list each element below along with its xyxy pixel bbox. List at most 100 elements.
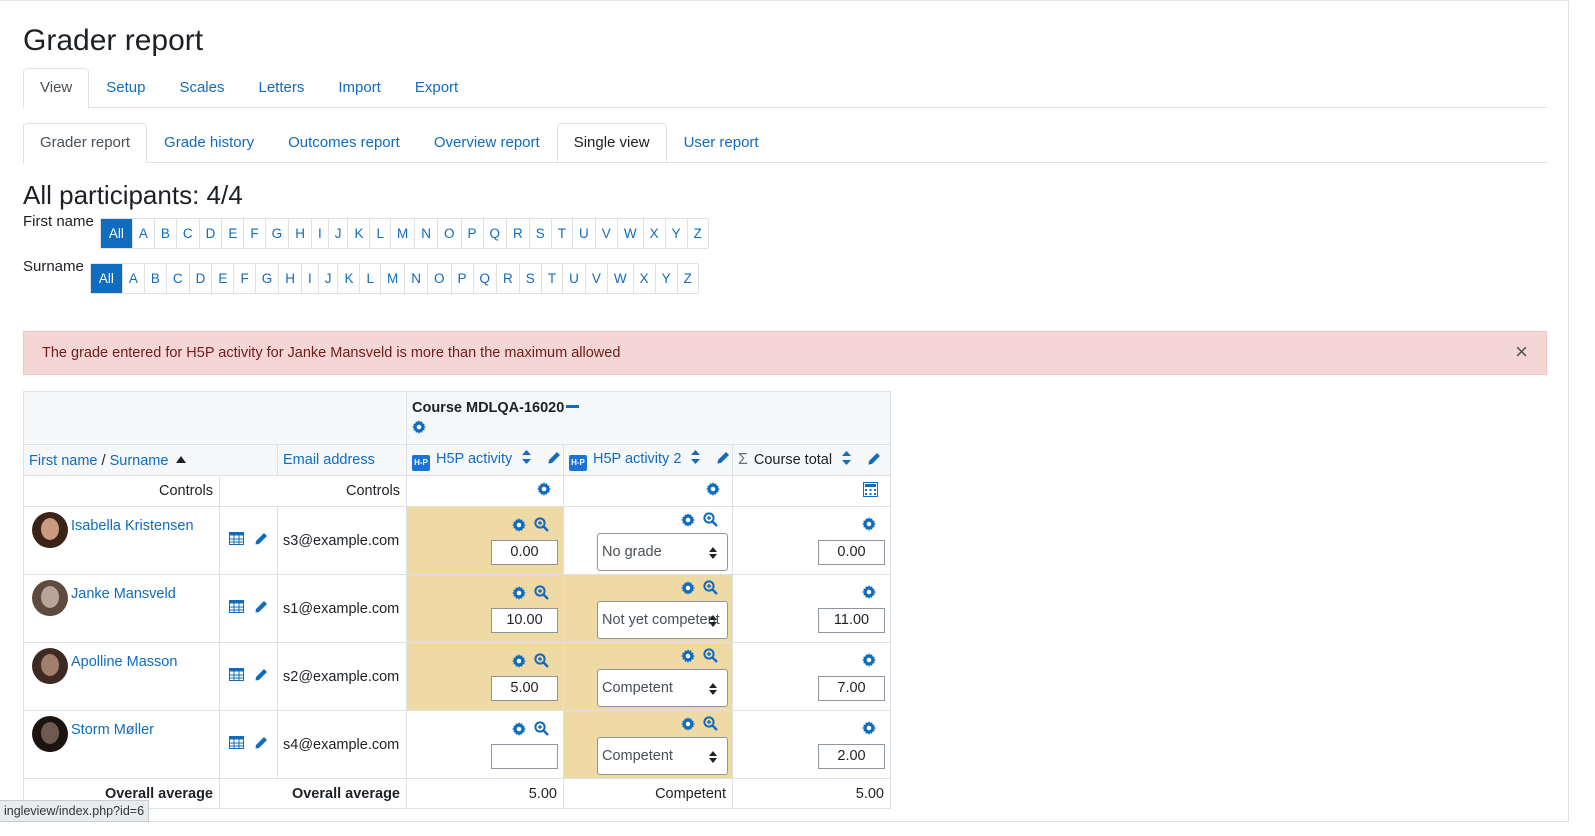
initial-c[interactable]: C <box>175 219 199 248</box>
single-view-edit-icon[interactable] <box>254 600 268 618</box>
user-name-link[interactable]: Isabella Kristensen <box>71 518 194 534</box>
initial-a[interactable]: A <box>131 219 154 248</box>
gear-icon[interactable] <box>412 420 426 438</box>
tab-setup[interactable]: Setup <box>89 68 162 108</box>
initial-f[interactable]: F <box>243 219 264 248</box>
user-report-icon[interactable] <box>229 668 244 685</box>
scale-grade-select[interactable]: Competent <box>597 737 728 775</box>
tab-single-view[interactable]: Single view <box>556 123 667 163</box>
initial-o[interactable]: O <box>427 264 451 293</box>
sort-icon[interactable] <box>842 450 852 469</box>
calculator-icon[interactable] <box>863 481 878 501</box>
initial-c[interactable]: C <box>165 264 189 293</box>
initial-e[interactable]: E <box>221 219 243 248</box>
zoom-icon[interactable] <box>534 721 549 740</box>
initial-l[interactable]: L <box>369 219 390 248</box>
initial-t[interactable]: T <box>540 264 562 293</box>
gear-icon[interactable] <box>537 482 551 500</box>
initial-k[interactable]: K <box>337 264 359 293</box>
initial-j[interactable]: J <box>317 264 338 293</box>
zoom-icon[interactable] <box>703 648 718 667</box>
gear-icon[interactable] <box>681 648 695 667</box>
edit-icon[interactable] <box>867 452 881 470</box>
gear-icon[interactable] <box>862 585 876 603</box>
zoom-icon[interactable] <box>534 585 549 604</box>
sort-firstname-link[interactable]: First name <box>29 453 98 469</box>
tab-grade-history[interactable]: Grade history <box>147 123 271 163</box>
tab-import[interactable]: Import <box>321 68 398 108</box>
tab-grader-report[interactable]: Grader report <box>23 123 148 163</box>
tab-user-report[interactable]: User report <box>667 123 776 163</box>
grade-input[interactable]: 10.00 <box>491 608 558 633</box>
initial-r[interactable]: R <box>496 264 519 293</box>
sort-icon[interactable] <box>522 449 532 468</box>
initial-n[interactable]: N <box>414 219 437 248</box>
initial-s[interactable]: S <box>518 264 541 293</box>
grade-input[interactable] <box>491 744 558 769</box>
initial-u[interactable]: U <box>562 264 585 293</box>
avatar[interactable] <box>32 648 68 684</box>
initial-u[interactable]: U <box>572 219 595 248</box>
user-name-link[interactable]: Janke Mansveld <box>71 586 176 602</box>
initial-all[interactable]: All <box>100 219 132 248</box>
gear-icon[interactable] <box>681 580 695 599</box>
tab-outcomes-report[interactable]: Outcomes report <box>271 123 417 163</box>
h5p-activity-link[interactable]: H5P activity <box>436 451 512 467</box>
initial-z[interactable]: Z <box>686 219 708 248</box>
user-name-link[interactable]: Apolline Masson <box>71 654 177 670</box>
single-view-edit-icon[interactable] <box>254 668 268 686</box>
gear-icon[interactable] <box>862 517 876 535</box>
initial-y[interactable]: Y <box>664 219 687 248</box>
initial-i[interactable]: I <box>310 219 328 248</box>
initial-h[interactable]: H <box>278 264 301 293</box>
avatar[interactable] <box>32 580 68 616</box>
initial-v[interactable]: V <box>584 264 607 293</box>
initial-v[interactable]: V <box>594 219 617 248</box>
initial-n[interactable]: N <box>404 264 427 293</box>
initial-f[interactable]: F <box>233 264 254 293</box>
initial-k[interactable]: K <box>347 219 369 248</box>
initial-d[interactable]: D <box>188 264 212 293</box>
initial-w[interactable]: W <box>606 264 633 293</box>
edit-icon[interactable] <box>716 451 730 469</box>
initial-o[interactable]: O <box>436 219 461 248</box>
tab-view[interactable]: View <box>23 68 90 108</box>
gear-icon[interactable] <box>681 716 695 735</box>
initial-t[interactable]: T <box>550 219 572 248</box>
gear-icon[interactable] <box>862 721 876 739</box>
initial-m[interactable]: M <box>380 264 404 293</box>
initial-x[interactable]: X <box>642 219 665 248</box>
close-icon[interactable]: × <box>1515 341 1528 363</box>
user-report-icon[interactable] <box>229 736 244 753</box>
initial-x[interactable]: X <box>632 264 655 293</box>
single-view-edit-icon[interactable] <box>254 736 268 754</box>
initial-r[interactable]: R <box>506 219 529 248</box>
initial-all[interactable]: All <box>90 264 122 293</box>
user-report-icon[interactable] <box>229 600 244 617</box>
gear-icon[interactable] <box>512 721 526 740</box>
h5p-activity-2-link[interactable]: H5P activity 2 <box>593 451 681 467</box>
user-name-link[interactable]: Storm Møller <box>71 722 154 738</box>
collapse-icon[interactable] <box>566 405 580 408</box>
initial-i[interactable]: I <box>300 264 318 293</box>
grade-input[interactable]: 5.00 <box>491 676 558 701</box>
tab-scales[interactable]: Scales <box>162 68 241 108</box>
initial-p[interactable]: P <box>460 219 483 248</box>
initial-l[interactable]: L <box>359 264 380 293</box>
initial-g[interactable]: G <box>254 264 279 293</box>
initial-p[interactable]: P <box>450 264 473 293</box>
initial-h[interactable]: H <box>288 219 311 248</box>
gear-icon[interactable] <box>512 517 526 536</box>
initial-b[interactable]: B <box>153 219 176 248</box>
sort-email-link[interactable]: Email address <box>283 452 375 468</box>
avatar[interactable] <box>32 512 68 548</box>
initial-a[interactable]: A <box>121 264 144 293</box>
total-input[interactable]: 7.00 <box>818 676 885 701</box>
initial-z[interactable]: Z <box>676 264 698 293</box>
sort-icon[interactable] <box>691 449 701 468</box>
tab-letters[interactable]: Letters <box>241 68 321 108</box>
avatar[interactable] <box>32 716 68 752</box>
initial-b[interactable]: B <box>143 264 166 293</box>
single-view-edit-icon[interactable] <box>254 532 268 550</box>
scale-grade-select[interactable]: Competent <box>597 669 728 707</box>
